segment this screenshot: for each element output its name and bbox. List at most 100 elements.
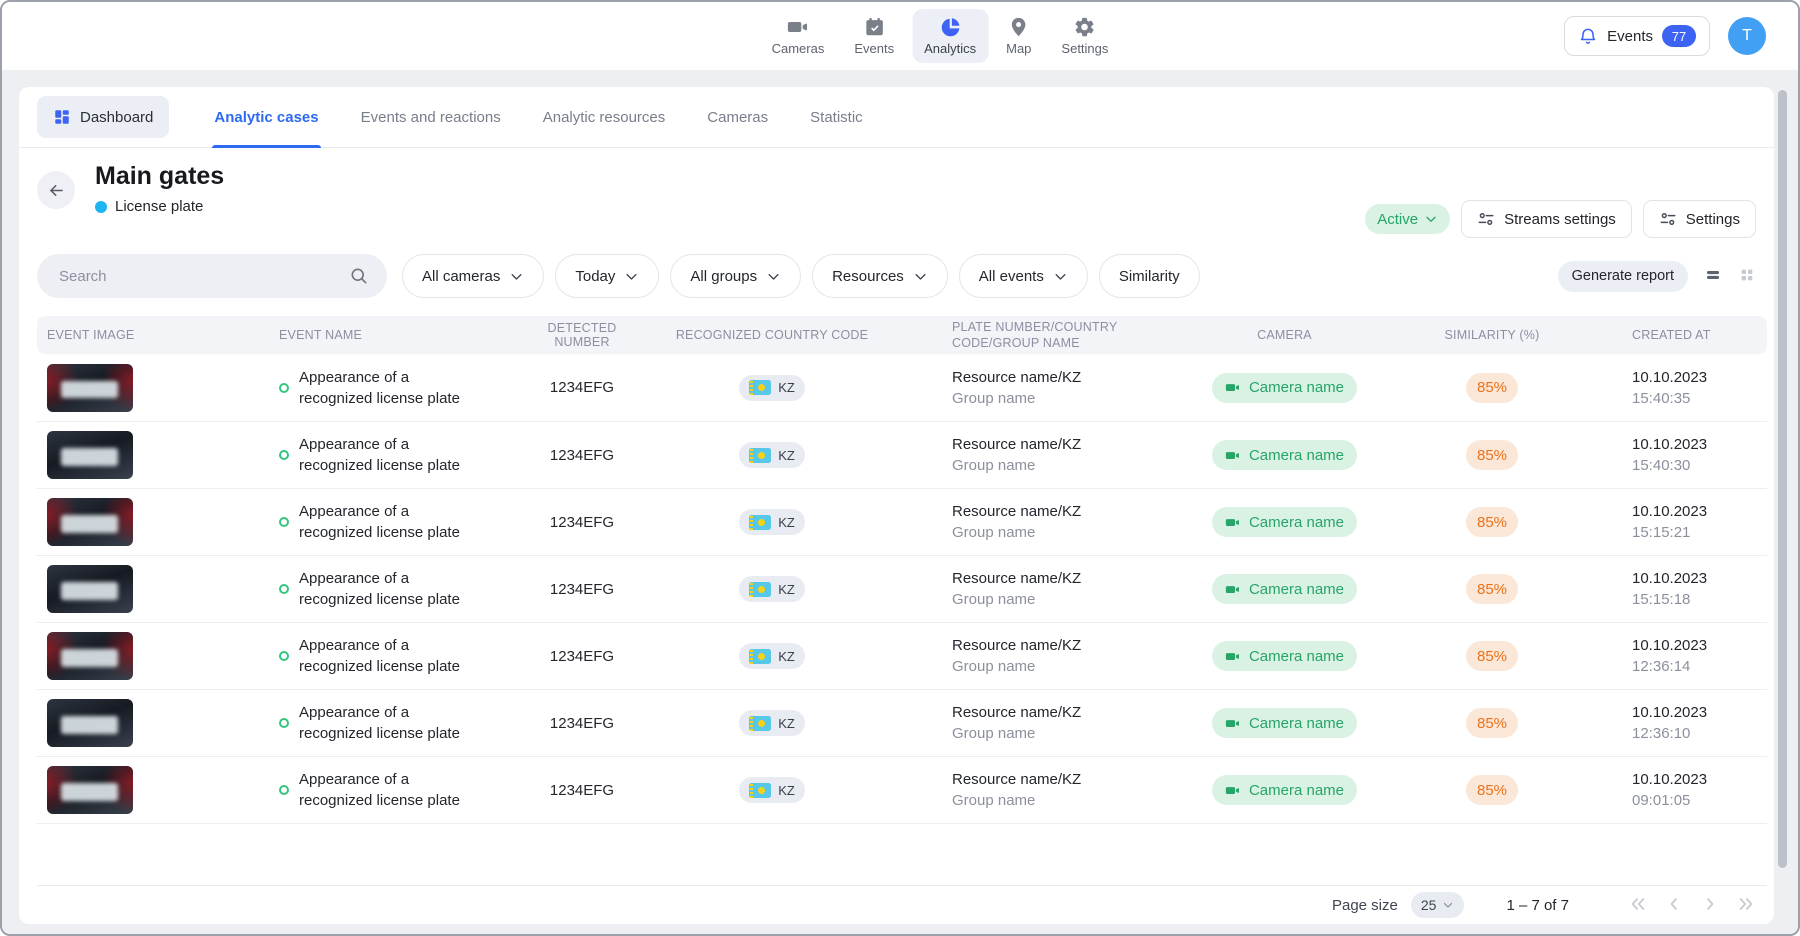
table-row[interactable]: Appearance of a recognized license plate… bbox=[37, 689, 1767, 756]
events-notifications-button[interactable]: Events 77 bbox=[1564, 16, 1710, 56]
grid-view-toggle[interactable] bbox=[1738, 267, 1756, 285]
top-bar: Cameras Events Analytics Map Settings bbox=[2, 2, 1798, 70]
camera-cell: Camera name bbox=[1157, 708, 1412, 738]
tab-analytic-resources[interactable]: Analytic resources bbox=[541, 87, 668, 148]
created-date: 10.10.2023 bbox=[1632, 434, 1757, 455]
plate-group-cell: Resource name/KZ Group name bbox=[887, 568, 1157, 610]
event-name: Appearance of a recognized license plate bbox=[299, 702, 474, 744]
avatar[interactable]: T bbox=[1728, 17, 1766, 55]
table-row[interactable]: Appearance of a recognized license plate… bbox=[37, 756, 1767, 823]
nav-label: Map bbox=[1006, 41, 1031, 56]
event-status-ring-icon bbox=[279, 718, 289, 728]
nav-item-events[interactable]: Events bbox=[842, 9, 906, 63]
column-header-detected-number: DETECTED NUMBER bbox=[507, 321, 657, 349]
license-plate-thumbnail[interactable] bbox=[47, 565, 133, 613]
similarity-cell: 85% bbox=[1412, 641, 1572, 671]
event-image-cell bbox=[47, 498, 257, 546]
filter-date[interactable]: Today bbox=[555, 254, 659, 298]
similarity-cell: 85% bbox=[1412, 574, 1572, 604]
dashboard-button[interactable]: Dashboard bbox=[37, 96, 169, 138]
license-plate-thumbnail[interactable] bbox=[47, 699, 133, 747]
event-name: Appearance of a recognized license plate bbox=[299, 568, 474, 610]
license-plate-thumbnail[interactable] bbox=[47, 364, 133, 412]
table-header-row: EVENT IMAGE EVENT NAME DETECTED NUMBER R… bbox=[37, 316, 1767, 354]
nav-label: Analytics bbox=[924, 41, 976, 56]
vertical-scrollbar[interactable] bbox=[1778, 90, 1787, 868]
table-row[interactable]: Appearance of a recognized license plate… bbox=[37, 555, 1767, 622]
tab-analytic-cases[interactable]: Analytic cases bbox=[212, 87, 320, 148]
table-body: Appearance of a recognized license plate… bbox=[37, 354, 1767, 824]
next-page-button[interactable] bbox=[1699, 894, 1721, 916]
license-plate-thumbnail[interactable] bbox=[47, 766, 133, 814]
country-code-chip: KZ bbox=[739, 442, 805, 468]
camera-name: Camera name bbox=[1249, 379, 1344, 396]
resource-name: Resource name/KZ bbox=[952, 568, 1157, 589]
filter-resources[interactable]: Resources bbox=[812, 254, 948, 298]
main-card: Dashboard Analytic cases Events and reac… bbox=[19, 87, 1774, 924]
video-camera-icon bbox=[1225, 515, 1240, 530]
table-row[interactable]: Appearance of a recognized license plate… bbox=[37, 488, 1767, 555]
camera-chip[interactable]: Camera name bbox=[1212, 641, 1357, 671]
country-code-cell: KZ bbox=[657, 509, 887, 535]
filter-all-cameras[interactable]: All cameras bbox=[402, 254, 544, 298]
settings-button[interactable]: Settings bbox=[1643, 200, 1756, 238]
tab-cameras[interactable]: Cameras bbox=[705, 87, 770, 148]
kazakhstan-flag-icon bbox=[749, 515, 771, 530]
filter-all-groups[interactable]: All groups bbox=[670, 254, 801, 298]
created-time: 12:36:10 bbox=[1632, 723, 1757, 744]
table-row[interactable]: Appearance of a recognized license plate… bbox=[37, 622, 1767, 689]
country-code: KZ bbox=[778, 380, 795, 395]
license-plate-thumbnail[interactable] bbox=[47, 498, 133, 546]
camera-chip[interactable]: Camera name bbox=[1212, 775, 1357, 805]
first-page-button[interactable] bbox=[1627, 894, 1649, 916]
license-plate-thumbnail[interactable] bbox=[47, 431, 133, 479]
camera-chip[interactable]: Camera name bbox=[1212, 373, 1357, 403]
country-code: KZ bbox=[778, 716, 795, 731]
previous-page-button[interactable] bbox=[1663, 894, 1685, 916]
map-pin-icon bbox=[1008, 16, 1030, 38]
table-row[interactable]: Appearance of a recognized license plate… bbox=[37, 354, 1767, 421]
streams-settings-button[interactable]: Streams settings bbox=[1461, 200, 1632, 238]
generate-report-button[interactable]: Generate report bbox=[1558, 261, 1688, 292]
page-size-select[interactable]: 25 bbox=[1411, 892, 1465, 918]
camera-chip[interactable]: Camera name bbox=[1212, 440, 1357, 470]
detected-number-cell: 1234EFG bbox=[507, 447, 657, 464]
filter-all-events[interactable]: All events bbox=[959, 254, 1088, 298]
license-plate-dot-icon bbox=[95, 201, 107, 213]
event-name-cell: Appearance of a recognized license plate bbox=[257, 702, 507, 744]
chevron-left-icon bbox=[1664, 894, 1684, 914]
event-status-ring-icon bbox=[279, 517, 289, 527]
nav-item-analytics[interactable]: Analytics bbox=[912, 9, 988, 63]
camera-chip[interactable]: Camera name bbox=[1212, 507, 1357, 537]
event-name: Appearance of a recognized license plate bbox=[299, 367, 474, 409]
nav-item-cameras[interactable]: Cameras bbox=[760, 9, 837, 63]
filter-similarity[interactable]: Similarity bbox=[1099, 254, 1200, 298]
camera-chip[interactable]: Camera name bbox=[1212, 708, 1357, 738]
group-name: Group name bbox=[952, 723, 1157, 744]
table-row[interactable]: Appearance of a recognized license plate… bbox=[37, 421, 1767, 488]
country-code-chip: KZ bbox=[739, 509, 805, 535]
search-input[interactable] bbox=[37, 254, 387, 298]
plate-group-cell: Resource name/KZ Group name bbox=[887, 769, 1157, 811]
plate-group-cell: Resource name/KZ Group name bbox=[887, 702, 1157, 744]
event-name-cell: Appearance of a recognized license plate bbox=[257, 635, 507, 677]
country-code-chip: KZ bbox=[739, 777, 805, 803]
tab-events-and-reactions[interactable]: Events and reactions bbox=[359, 87, 503, 148]
page-title: Main gates bbox=[95, 162, 224, 191]
license-plate-thumbnail[interactable] bbox=[47, 632, 133, 680]
list-view-toggle[interactable] bbox=[1704, 267, 1722, 285]
nav-item-settings[interactable]: Settings bbox=[1049, 9, 1120, 63]
toolbar-right: Generate report bbox=[1558, 261, 1756, 292]
dashboard-label: Dashboard bbox=[80, 109, 153, 126]
created-date: 10.10.2023 bbox=[1632, 769, 1757, 790]
nav-item-map[interactable]: Map bbox=[994, 9, 1043, 63]
camera-cell: Camera name bbox=[1157, 574, 1412, 604]
camera-chip[interactable]: Camera name bbox=[1212, 574, 1357, 604]
tab-statistic[interactable]: Statistic bbox=[808, 87, 865, 148]
group-name: Group name bbox=[952, 522, 1157, 543]
search-icon bbox=[349, 266, 369, 286]
status-dropdown[interactable]: Active bbox=[1365, 204, 1450, 234]
back-button[interactable] bbox=[37, 171, 75, 209]
last-page-button[interactable] bbox=[1735, 894, 1757, 916]
country-code-cell: KZ bbox=[657, 643, 887, 669]
